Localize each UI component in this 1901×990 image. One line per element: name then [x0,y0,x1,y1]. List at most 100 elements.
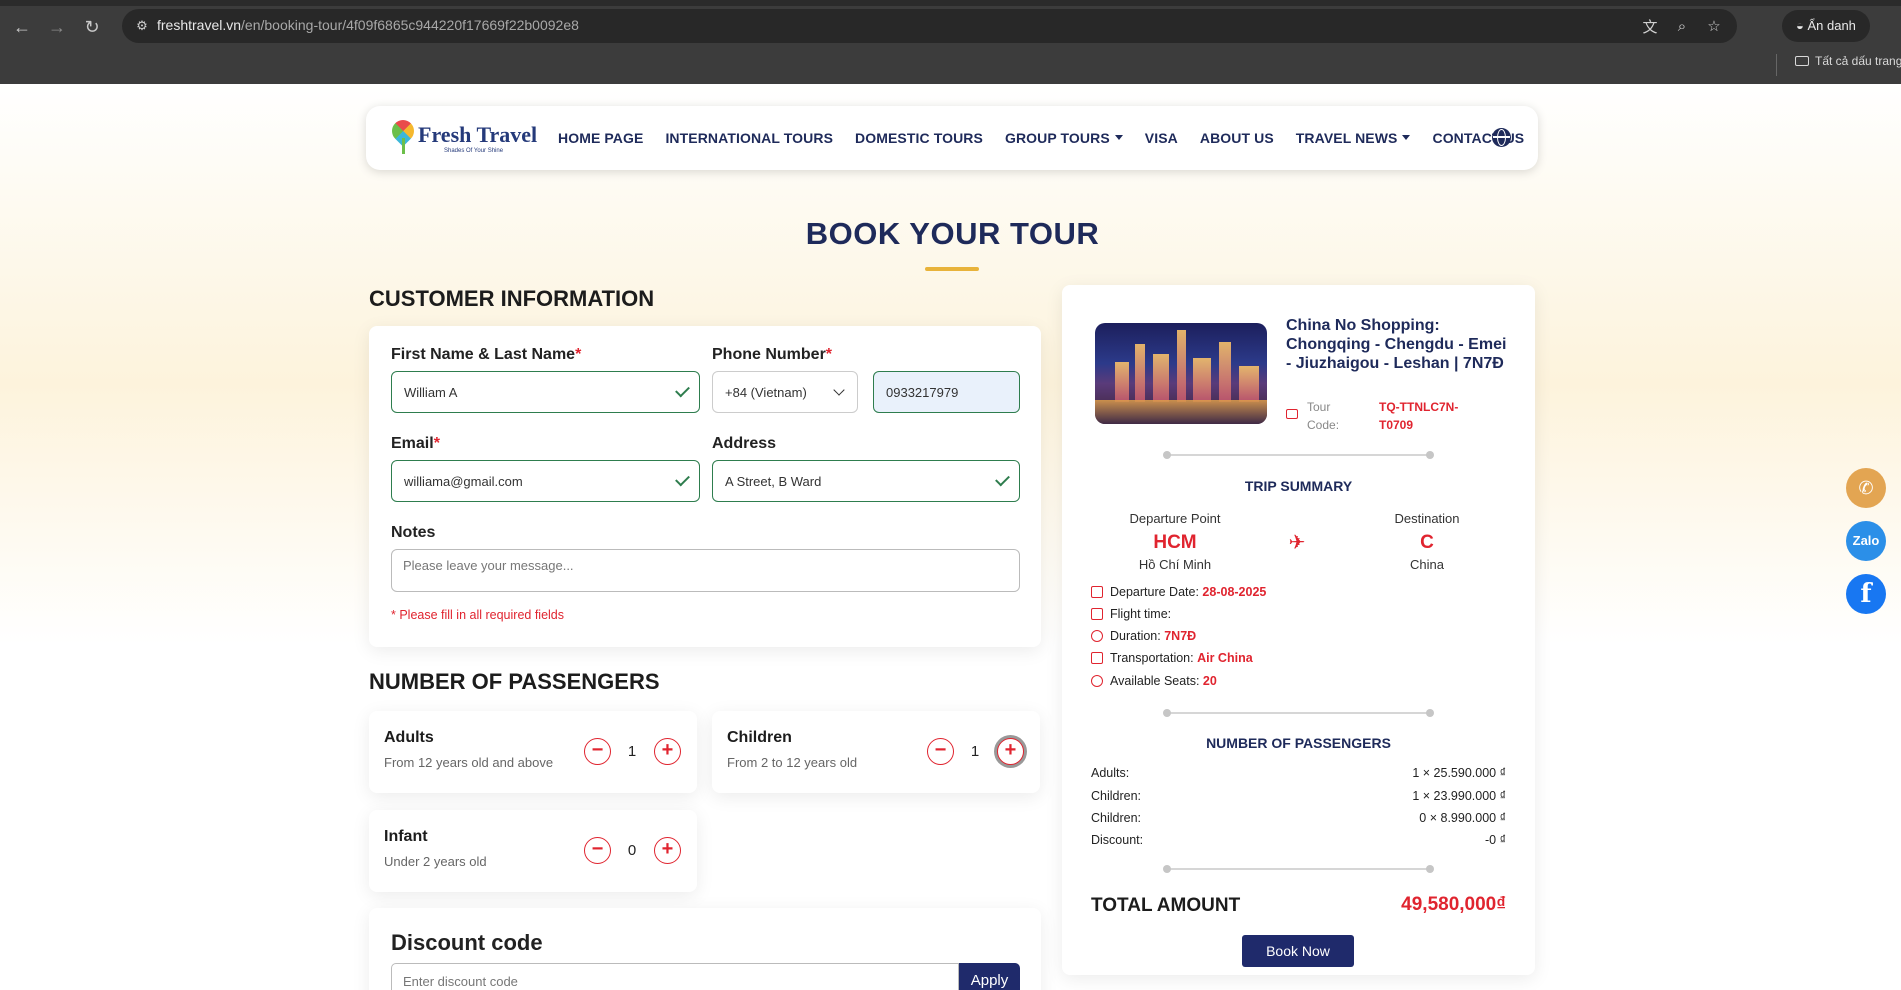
valid-check-icon [995,471,1010,487]
bookmarks-bar-all[interactable]: Tất cả dấu trang [1776,54,1901,76]
adults-title: Adults [384,729,434,746]
price-row-adults: Adults: 1 × 25.590.000 ₫ [1091,766,1506,780]
phone-label: Phone Number* [712,346,833,363]
price-row-children-2: Children: 0 × 8.990.000 ₫ [1091,811,1506,825]
phone-call-icon[interactable]: ✆ [1846,468,1886,508]
logo-pin-stem [402,138,405,154]
address-bar[interactable]: ⚙ freshtravel.vn/en/booking-tour/4f09f68… [122,9,1737,43]
river-shape [1095,400,1267,424]
divider [1163,865,1434,873]
plane-icon: ✈ [1288,532,1306,554]
total-amount-label: TOTAL AMOUNT [1091,895,1241,916]
divider [1163,451,1434,459]
menu-travel-news[interactable]: TRAVEL NEWS [1296,130,1411,146]
discount-input[interactable]: Enter discount code [391,963,959,990]
address-input[interactable]: A Street, B Ward [712,460,1020,502]
brand-name: Fresh Travel [418,122,538,147]
departure-label: Departure Point [1129,511,1221,526]
apply-discount-button[interactable]: Apply [959,963,1020,990]
calendar-icon [1091,586,1103,598]
destination-city: China [1410,557,1444,572]
adults-minus-button[interactable]: − [584,738,611,765]
flight-time-row: Flight time: [1091,607,1171,625]
address-bar-actions: 文 ⌕ ☆ [1641,9,1737,43]
url-text[interactable]: freshtravel.vn/en/booking-tour/4f09f6865… [157,17,579,33]
skyline-shape [1135,344,1145,402]
skyline-shape [1153,354,1169,402]
menu-visa[interactable]: VISA [1145,130,1178,146]
children-minus-button[interactable]: − [927,738,954,765]
departure-code: HCM [1153,532,1197,553]
page-title: BOOK YOUR TOUR [805,216,1100,251]
discount-title: Discount code [391,930,543,955]
incognito-badge[interactable]: ◒ Ẩn danh [1782,10,1870,42]
destination-code: C [1420,532,1434,553]
tour-code: TQ-TTNLC7N-T0709 [1379,400,1459,432]
caret-down-icon [1114,135,1123,140]
duration-row: Duration: 7N7Đ [1091,629,1196,647]
price-row-discount: Discount: -0 ₫ [1091,833,1506,847]
passengers-heading: NUMBER OF PASSENGERS [369,669,660,694]
available-seats-row: Available Seats: 20 [1091,674,1217,692]
notes-label: Notes [391,524,436,541]
zoom-icon[interactable]: ⌕ [1673,18,1691,35]
zalo-button[interactable]: Zalo [1846,521,1886,561]
forward-icon[interactable]: → [43,13,71,41]
infant-plus-button[interactable]: + [654,837,681,864]
menu-home[interactable]: HOME PAGE [558,130,643,146]
site-header: Fresh Travel Shades Of Your Shine HOME P… [366,106,1538,170]
adults-subtitle: From 12 years old and above [384,755,554,770]
translate-icon[interactable]: 文 [1641,16,1659,37]
caret-down-icon [1402,135,1411,140]
skyline-shape [1239,366,1259,402]
children-title: Children [727,729,792,746]
adults-plus-button[interactable]: + [654,738,681,765]
tour-code-label: Tour Code: [1307,400,1340,432]
notes-textarea[interactable]: Please leave your message... [391,549,1020,592]
main-menu: HOME PAGE INTERNATIONAL TOURS DOMESTIC T… [558,106,1524,170]
page: Fresh Travel Shades Of Your Shine HOME P… [0,84,1901,990]
departure-city: Hồ Chí Minh [1138,557,1212,572]
clock-icon [1091,630,1103,642]
name-input[interactable]: William A [391,371,700,413]
bookmark-star-icon[interactable]: ☆ [1705,17,1723,35]
tour-name[interactable]: China No Shopping: Chongqing - Chengdu -… [1286,316,1514,373]
site-logo[interactable]: Fresh Travel Shades Of Your Shine [387,115,542,160]
required-hint: * Please fill in all required fields [391,608,565,622]
globe-icon[interactable] [1492,128,1511,147]
chevron-down-icon [833,384,845,396]
site-settings-icon[interactable]: ⚙ [132,16,152,36]
email-input[interactable]: williama@gmail.com [391,460,700,502]
menu-domestic-tours[interactable]: DOMESTIC TOURS [855,130,983,146]
address-label: Address [712,435,777,452]
customer-info-heading: CUSTOMER INFORMATION [369,286,655,311]
browser-chrome: ← → ↻ ⚙ freshtravel.vn/en/booking-tour/4… [0,0,1901,84]
country-code-select[interactable]: +84 (Vietnam) [712,371,858,413]
ticket-icon [1286,409,1298,419]
reload-icon[interactable]: ↻ [78,13,106,41]
menu-group-tours[interactable]: GROUP TOURS [1005,130,1123,146]
departure-date-row: Departure Date: 28-08-2025 [1091,585,1266,603]
valid-check-icon [675,382,690,398]
transportation-row: Transportation: Air China [1091,651,1253,669]
infant-quantity: 0 [627,842,637,859]
infant-subtitle: Under 2 years old [384,854,487,869]
phone-input[interactable]: 0933217979 [873,371,1020,413]
email-label: Email* [391,435,440,452]
tour-image [1095,323,1267,424]
menu-international-tours[interactable]: INTERNATIONAL TOURS [665,130,833,146]
skyline-shape [1177,330,1186,402]
trip-summary-heading: TRIP SUMMARY [1244,478,1353,494]
children-plus-button[interactable]: + [997,738,1024,765]
back-icon[interactable]: ← [8,13,36,41]
skyline-shape [1219,342,1231,402]
infant-minus-button[interactable]: − [584,837,611,864]
plane-small-icon [1091,652,1103,664]
book-now-button[interactable]: Book Now [1242,935,1354,967]
calendar-icon [1091,608,1103,620]
facebook-icon[interactable]: f [1846,574,1886,614]
adults-card: Adults From 12 years old and above − 1 + [369,711,697,793]
menu-about-us[interactable]: ABOUT US [1200,130,1274,146]
divider [1163,709,1434,717]
valid-check-icon [675,471,690,487]
